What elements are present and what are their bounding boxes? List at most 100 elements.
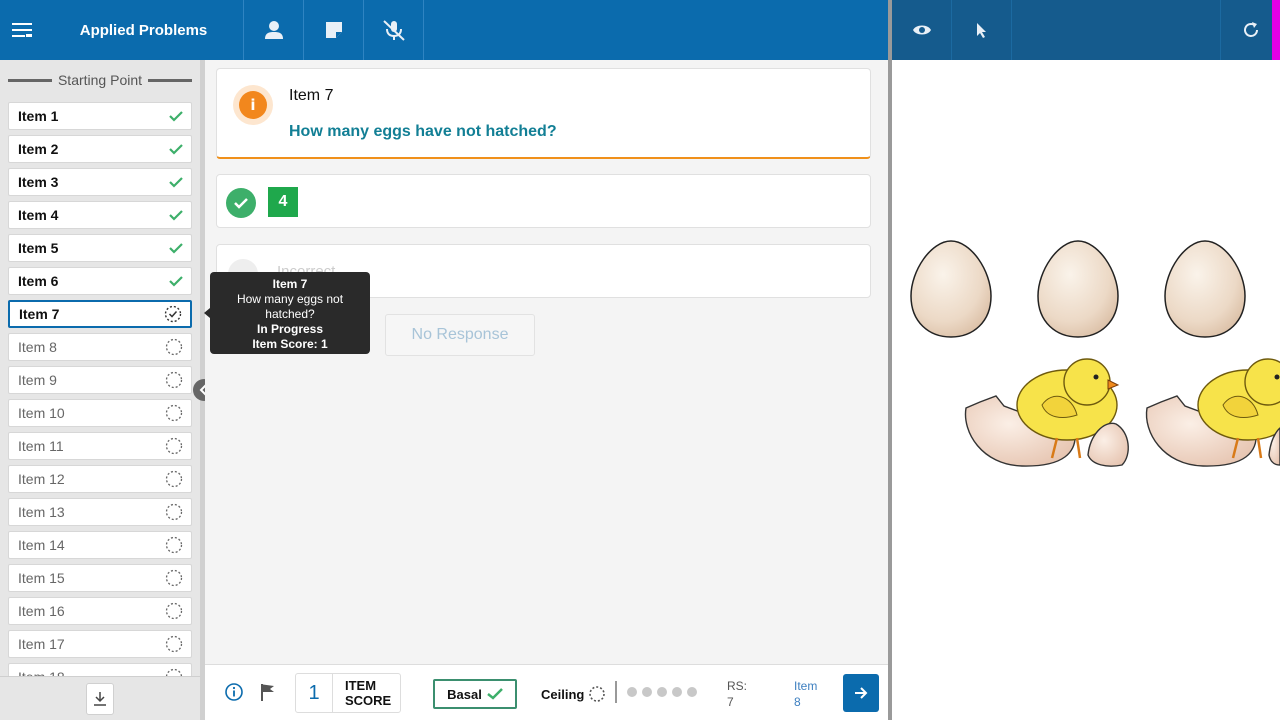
item-score-label-line1: ITEM — [345, 678, 377, 693]
item-list[interactable]: Item 1 Item 2 Item 3 Item 4 Item 5 Item 6 Item… — [0, 102, 200, 676]
examinee-button[interactable] — [244, 0, 304, 60]
pending-icon — [165, 503, 183, 521]
pointer-button[interactable] — [952, 0, 1012, 60]
next-button[interactable] — [843, 674, 879, 712]
flag-icon — [261, 684, 274, 701]
sidebar-item[interactable]: Item 18 — [8, 663, 192, 676]
hatched-chick-icon — [1145, 358, 1280, 467]
sidebar-item[interactable]: Item 15 — [8, 564, 192, 592]
sidebar-item-label: Item 12 — [18, 471, 65, 487]
sidebar-item[interactable]: Item 14 — [8, 531, 192, 559]
scroll-down-button[interactable] — [86, 682, 114, 715]
info-circle-icon — [225, 683, 243, 701]
hatched-chick-icon — [964, 358, 1129, 467]
sidebar-footer — [0, 676, 200, 720]
main-panel: i Item 7 How many eggs have not hatched?… — [205, 60, 888, 664]
arrow-right-icon — [855, 687, 868, 699]
tooltip-question-line1: How many eggs not — [236, 292, 344, 306]
check-icon — [169, 110, 183, 122]
footer-separator — [615, 681, 617, 703]
person-icon — [264, 21, 283, 39]
sidebar-item[interactable]: Item 7 — [8, 300, 192, 328]
notes-button[interactable] — [304, 0, 364, 60]
sidebar-item[interactable]: Item 6 — [8, 267, 192, 295]
next-item-value: 8 — [794, 695, 801, 709]
sidebar-item[interactable]: Item 13 — [8, 498, 192, 526]
ceiling-indicator[interactable]: Ceiling — [541, 685, 606, 703]
sidebar-item-label: Item 4 — [18, 207, 59, 223]
sidebar-item[interactable]: Item 17 — [8, 630, 192, 658]
next-item-label: Item — [794, 679, 818, 693]
sidebar-item[interactable]: Item 12 — [8, 465, 192, 493]
info-button[interactable] — [225, 683, 243, 706]
sidebar-item-label: Item 7 — [19, 306, 60, 322]
check-icon — [169, 242, 183, 254]
sidebar-item[interactable]: Item 4 — [8, 201, 192, 229]
sidebar-item[interactable]: Item 8 — [8, 333, 192, 361]
sidebar-item-label: Item 5 — [18, 240, 59, 256]
sidebar-item[interactable]: Item 5 — [8, 234, 192, 262]
sidebar-item-label: Item 1 — [18, 108, 59, 124]
check-icon — [169, 176, 183, 188]
flag-button[interactable] — [260, 683, 276, 706]
pending-icon — [165, 437, 183, 455]
refresh-button[interactable] — [1220, 0, 1280, 60]
mic-off-button[interactable] — [364, 0, 424, 60]
ceiling-dot — [687, 687, 697, 697]
pending-icon — [165, 404, 183, 422]
basal-label: Basal — [447, 686, 482, 702]
question-item-label: Item 7 — [289, 87, 334, 104]
eye-icon — [912, 25, 931, 35]
pending-icon — [165, 371, 183, 389]
sidebar-item[interactable]: Item 10 — [8, 399, 192, 427]
stimulus-panel — [892, 60, 1280, 720]
question-text: How many eggs have not hatched? — [289, 123, 557, 140]
sidebar-item[interactable]: Item 16 — [8, 597, 192, 625]
pending-icon — [165, 635, 183, 653]
egg-illustration — [910, 240, 1280, 467]
sidebar-item-label: Item 17 — [18, 636, 65, 652]
pending-icon — [165, 569, 183, 587]
correct-answer-option[interactable]: 4 — [216, 174, 871, 228]
raw-score: RS: 7 — [727, 678, 747, 710]
sidebar-item-label: Item 18 — [18, 669, 65, 676]
item-sidebar: Starting Point Item 1 Item 2 Item 3 Item 4I… — [0, 60, 200, 720]
starting-point-header: Starting Point — [0, 60, 200, 100]
egg-icon — [910, 240, 992, 338]
no-response-button[interactable]: No Response — [385, 314, 535, 356]
sidebar-item[interactable]: Item 11 — [8, 432, 192, 460]
menu-icon — [12, 23, 32, 37]
ceiling-dot — [672, 687, 682, 697]
pending-icon — [165, 470, 183, 488]
note-icon — [325, 22, 342, 38]
next-item-indicator[interactable]: Item 8 — [794, 678, 817, 710]
check-icon — [169, 143, 183, 155]
info-icon: i — [239, 91, 267, 119]
ceiling-dot — [642, 687, 652, 697]
item-score-label-line2: SCORE — [345, 693, 392, 708]
item-score-value: 1 — [296, 674, 333, 712]
rs-value: 7 — [727, 695, 734, 709]
sidebar-item[interactable]: Item 2 — [8, 135, 192, 163]
preview-button[interactable] — [892, 0, 952, 60]
tooltip-title: Item 7 — [272, 277, 308, 291]
sidebar-item-label: Item 8 — [18, 339, 57, 355]
sidebar-item[interactable]: Item 9 — [8, 366, 192, 394]
tooltip-arrow — [204, 308, 210, 318]
tooltip-status: In Progress — [256, 322, 324, 336]
check-icon — [169, 275, 183, 287]
sidebar-item[interactable]: Item 1 — [8, 102, 192, 130]
divider-line — [148, 78, 192, 82]
sidebar-item[interactable]: Item 3 — [8, 168, 192, 196]
pending-icon — [165, 602, 183, 620]
pending-icon — [165, 338, 183, 356]
download-icon — [94, 691, 106, 706]
sidebar-item-label: Item 2 — [18, 141, 59, 157]
basal-badge[interactable]: Basal — [433, 679, 517, 709]
sidebar-item-label: Item 16 — [18, 603, 65, 619]
menu-button[interactable] — [0, 0, 44, 60]
item-score-box[interactable]: 1 ITEM SCORE — [295, 673, 401, 713]
app-title: Applied Problems — [44, 0, 244, 60]
sidebar-item-label: Item 10 — [18, 405, 65, 421]
answer-value: 4 — [268, 187, 298, 217]
